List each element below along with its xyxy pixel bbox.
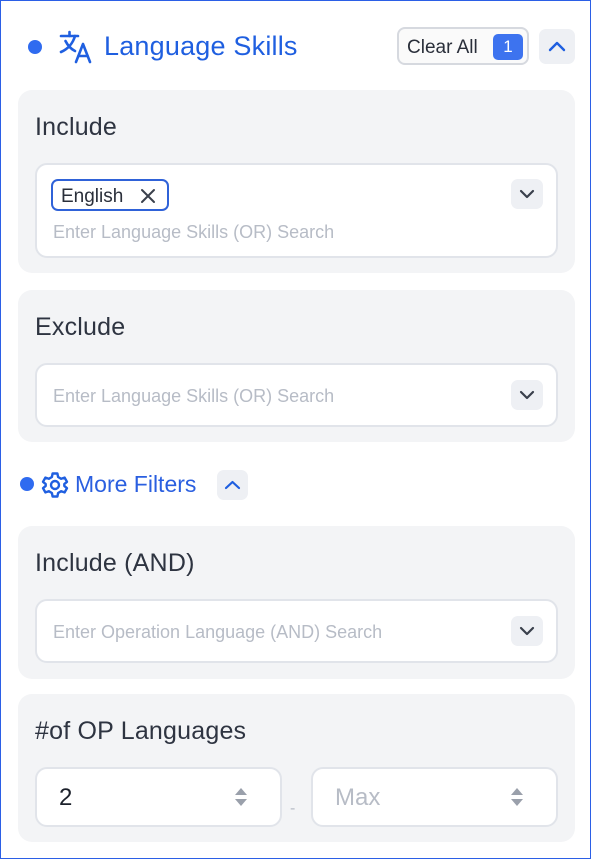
spinner-arrows-icon[interactable] xyxy=(233,785,249,809)
operation-language-dropdown-toggle[interactable] xyxy=(511,616,543,646)
chevron-up-icon xyxy=(224,480,241,490)
exclude-section: Exclude Enter Language Skills (OR) Searc… xyxy=(18,290,575,442)
clear-all-label: Clear All xyxy=(407,37,478,58)
panel-title: Language Skills xyxy=(104,31,298,61)
op-languages-section: #of OP Languages 2 - Max xyxy=(18,694,575,842)
spinner-arrows-icon[interactable] xyxy=(509,785,525,809)
language-skills-panel: Language Skills Clear All 1 Include Engl… xyxy=(0,0,591,859)
translate-icon xyxy=(59,30,92,64)
include-heading: Include xyxy=(35,113,118,141)
operation-language-select[interactable]: Enter Operation Language (AND) Search xyxy=(35,599,558,663)
exclude-search-placeholder: Enter Language Skills (OR) Search xyxy=(53,386,335,406)
gear-icon[interactable] xyxy=(41,471,69,499)
min-op-languages-input[interactable]: 2 xyxy=(35,767,282,827)
include-dropdown-toggle[interactable] xyxy=(511,179,543,209)
chevron-down-icon xyxy=(519,189,535,199)
op-languages-heading: #of OP Languages xyxy=(35,717,247,745)
include-section: Include English Enter Language Skills (O… xyxy=(18,90,575,273)
include-and-heading: Include (AND) xyxy=(35,549,195,577)
panel-header: Language Skills Clear All 1 xyxy=(1,1,590,91)
close-icon[interactable] xyxy=(139,187,157,205)
exclude-heading: Exclude xyxy=(35,313,126,341)
more-filters-indicator-dot xyxy=(20,477,34,491)
chevron-down-icon xyxy=(519,626,535,636)
include-language-select[interactable]: English Enter Language Skills (OR) Searc… xyxy=(35,163,558,258)
operation-language-placeholder: Enter Operation Language (AND) Search xyxy=(53,622,383,642)
more-filters-toggle[interactable]: More Filters xyxy=(75,471,196,498)
selected-language-chip[interactable]: English xyxy=(51,179,169,211)
chevron-up-icon xyxy=(548,41,566,52)
max-placeholder: Max xyxy=(335,784,381,811)
clear-all-button[interactable]: Clear All 1 xyxy=(397,27,529,65)
range-separator: - xyxy=(290,800,296,817)
min-value: 2 xyxy=(59,784,73,811)
chevron-down-icon xyxy=(519,390,535,400)
active-indicator-dot xyxy=(28,40,42,54)
include-search-placeholder: Enter Language Skills (OR) Search xyxy=(53,222,335,242)
more-filters-collapse-button[interactable] xyxy=(217,470,248,500)
include-and-section: Include (AND) Enter Operation Language (… xyxy=(18,526,575,679)
collapse-button[interactable] xyxy=(539,29,575,64)
exclude-dropdown-toggle[interactable] xyxy=(511,380,543,410)
exclude-language-select[interactable]: Enter Language Skills (OR) Search xyxy=(35,363,558,427)
max-op-languages-input[interactable]: Max xyxy=(311,767,558,827)
chip-label: English xyxy=(61,186,124,207)
selected-count-badge: 1 xyxy=(493,34,523,60)
